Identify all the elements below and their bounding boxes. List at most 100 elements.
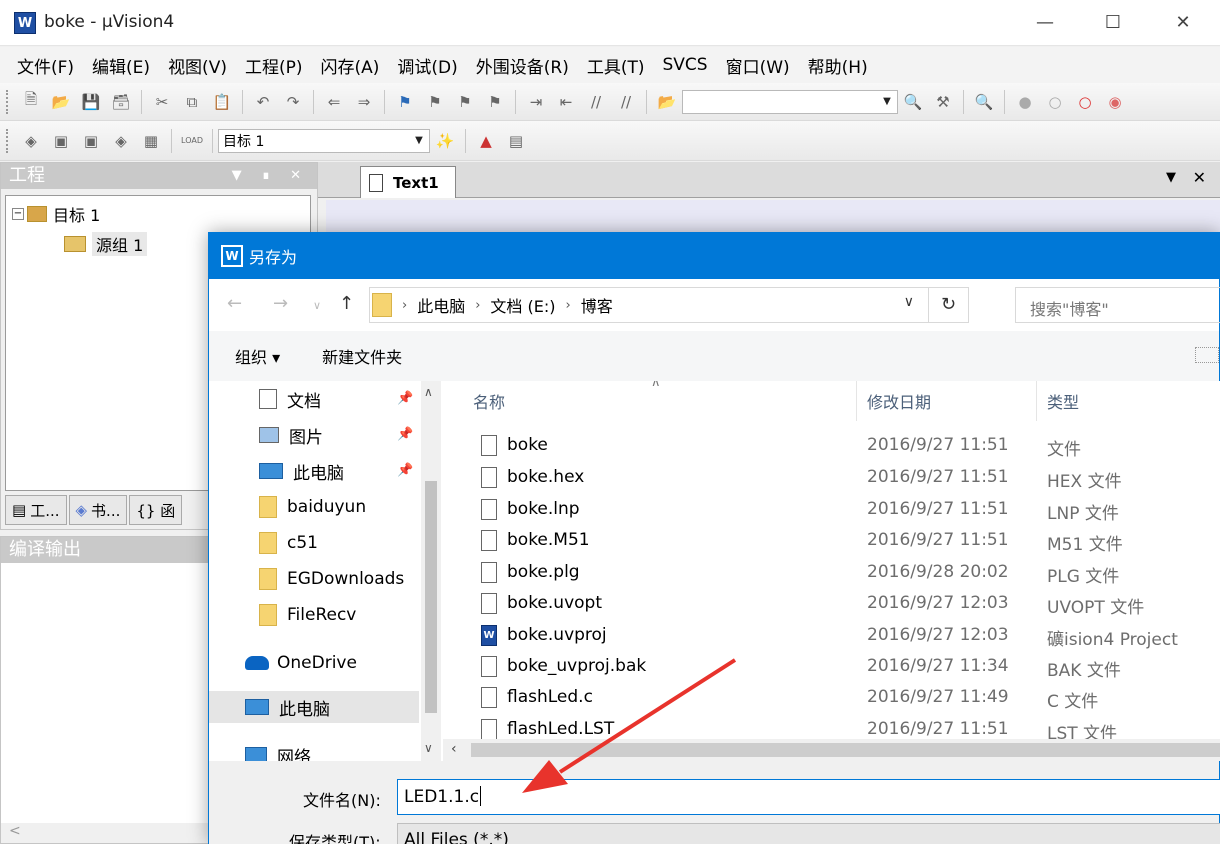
file-row[interactable]: boke.uvopt 2016/9/27 12:03 UVOPT 文件 [443, 587, 1220, 619]
disable-breakpoint-icon[interactable]: ○ [1043, 90, 1067, 114]
file-row[interactable]: boke.M51 2016/9/27 11:51 M51 文件 [443, 524, 1220, 556]
undo-icon[interactable]: ↶ [251, 90, 275, 114]
cut-icon[interactable]: ✂ [150, 90, 174, 114]
search-input[interactable]: 搜索"博客" [1015, 287, 1220, 323]
menu-project[interactable]: 工程(P) [236, 53, 312, 78]
menu-svcs[interactable]: SVCS [654, 55, 717, 75]
organize-button[interactable]: 组织 ▾ [235, 344, 280, 368]
tab-project[interactable]: ▤ 工... [5, 495, 67, 525]
menu-help[interactable]: 帮助(H) [799, 53, 877, 78]
pin-icon[interactable]: 📌 [397, 391, 413, 406]
download-icon[interactable]: LOAD [180, 129, 204, 153]
batch-build-icon[interactable]: ◈ [109, 129, 133, 153]
pin-icon[interactable]: 📌 [397, 427, 413, 442]
target-select[interactable]: 目标 1 ▼ [218, 128, 430, 153]
nav-item-documents[interactable]: 文档 [259, 383, 321, 415]
breakpoint-icon[interactable]: ● [1013, 90, 1037, 114]
breadcrumb-documents[interactable]: 文档 (E:) [490, 293, 555, 317]
tab-list-icon[interactable]: ▼ [1166, 170, 1176, 185]
address-bar[interactable]: › 此电脑 › 文档 (E:) › 博客 ∨ ↻ [369, 287, 969, 323]
nav-item-network[interactable]: 网络 [245, 739, 311, 761]
uncomment-icon[interactable]: // [614, 90, 638, 114]
chevron-down-icon[interactable]: ▼ [879, 94, 895, 110]
select-packs-icon[interactable]: ▤ [504, 129, 528, 153]
file-row[interactable]: boke.lnp 2016/9/27 11:51 LNP 文件 [443, 493, 1220, 525]
indent-icon[interactable]: ⇥ [524, 90, 548, 114]
prev-bookmark-icon[interactable]: ⚑ [423, 90, 447, 114]
forward-icon[interactable]: → [273, 293, 288, 314]
clear-bookmarks-icon[interactable]: ⚑ [483, 90, 507, 114]
configure-icon[interactable]: ◉ [1103, 90, 1127, 114]
toolbar-grip[interactable] [6, 128, 10, 153]
paste-icon[interactable]: 📋 [210, 90, 234, 114]
filetype-select[interactable]: All Files (*.*) [397, 823, 1220, 844]
filename-input[interactable]: LED1.1.c [397, 779, 1220, 815]
build-icon[interactable]: ▣ [49, 129, 73, 153]
comment-icon[interactable]: // [584, 90, 608, 114]
copy-icon[interactable]: ⧉ [180, 90, 204, 114]
back-icon[interactable]: ← [227, 293, 242, 314]
find-in-files-icon[interactable]: 📂 [655, 90, 679, 114]
menu-tools[interactable]: 工具(T) [578, 53, 654, 78]
scroll-up-icon[interactable]: ∧ [424, 385, 433, 399]
new-folder-button[interactable]: 新建文件夹 [322, 344, 402, 368]
save-icon[interactable]: 💾 [79, 90, 103, 114]
nav-item-onedrive[interactable]: OneDrive [245, 647, 357, 679]
debug-settings-icon[interactable]: ⚒ [931, 90, 955, 114]
column-name[interactable]: 名称 [463, 381, 857, 421]
nav-item-c51[interactable]: c51 [259, 527, 318, 559]
scroll-left-icon[interactable]: < [9, 823, 21, 839]
maximize-button[interactable]: ☐ [1090, 6, 1136, 40]
manage-components-icon[interactable]: ▲ [474, 129, 498, 153]
chevron-down-icon[interactable]: ▼ [411, 133, 427, 149]
menu-peripherals[interactable]: 外围设备(R) [467, 53, 578, 78]
file-row[interactable]: boke.plg 2016/9/28 20:02 PLG 文件 [443, 556, 1220, 588]
menu-view[interactable]: 视图(V) [159, 53, 236, 78]
nav-forward-icon[interactable]: ⇒ [352, 90, 376, 114]
tab-functions[interactable]: {} 函 [129, 495, 183, 525]
view-options-icon[interactable] [1195, 347, 1219, 363]
menu-window[interactable]: 窗口(W) [717, 53, 799, 78]
find-icon[interactable]: 🔍 [901, 90, 925, 114]
nav-pane-scrollbar[interactable]: ∧ ∨ [421, 381, 441, 761]
collapse-icon[interactable]: − [12, 208, 24, 220]
refresh-icon[interactable]: ↻ [928, 288, 968, 322]
scroll-down-icon[interactable]: ∨ [424, 741, 433, 755]
nav-item-pictures[interactable]: 图片 [259, 419, 323, 451]
toolbar-grip[interactable] [6, 89, 10, 114]
column-date[interactable]: 修改日期 [857, 381, 1037, 421]
unindent-icon[interactable]: ⇤ [554, 90, 578, 114]
kill-breakpoints-icon[interactable]: ○ [1073, 90, 1097, 114]
recent-locations-icon[interactable]: ∨ [313, 299, 321, 312]
new-file-icon[interactable]: 🗎 [19, 90, 43, 114]
tree-item-target[interactable]: − 目标 1 [12, 202, 100, 226]
chevron-down-icon[interactable]: ∨ [904, 294, 914, 310]
up-icon[interactable]: ↑ [339, 293, 354, 314]
file-list-hscrollbar[interactable]: ‹ [443, 739, 1220, 761]
nav-back-icon[interactable]: ⇐ [322, 90, 346, 114]
open-folder-icon[interactable]: 📂 [49, 90, 73, 114]
nav-item-filerecv[interactable]: FileRecv [259, 599, 356, 631]
menu-file[interactable]: 文件(F) [8, 53, 83, 78]
next-bookmark-icon[interactable]: ⚑ [453, 90, 477, 114]
file-row[interactable]: flashLed.c 2016/9/27 11:49 C 文件 [443, 681, 1220, 713]
file-row[interactable]: boke_uvproj.bak 2016/9/27 11:34 BAK 文件 [443, 650, 1220, 682]
pin-icon[interactable]: 📌 [397, 463, 413, 478]
breadcrumb-blog[interactable]: 博客 [581, 293, 613, 317]
start-debug-icon[interactable]: 🔍 [972, 90, 996, 114]
nav-item-egdownloads[interactable]: EGDownloads [259, 563, 404, 595]
file-row[interactable]: W boke.uvproj 2016/9/27 12:03 礦ision4 Pr… [443, 619, 1220, 651]
scrollbar-thumb[interactable] [471, 743, 1220, 757]
rebuild-icon[interactable]: ▣ [79, 129, 103, 153]
stop-build-icon[interactable]: ▦ [139, 129, 163, 153]
nav-item-baiduyun[interactable]: baiduyun [259, 491, 366, 523]
file-row[interactable]: boke.hex 2016/9/27 11:51 HEX 文件 [443, 461, 1220, 493]
target-options-icon[interactable]: ✨ [433, 129, 457, 153]
scroll-left-icon[interactable]: ‹ [451, 741, 457, 757]
menu-flash[interactable]: 闪存(A) [312, 53, 389, 78]
tree-item-group[interactable]: 源组 1 [64, 232, 148, 256]
menu-edit[interactable]: 编辑(E) [83, 53, 159, 78]
column-type[interactable]: 类型 [1037, 381, 1220, 421]
nav-item-this-pc-quick[interactable]: 此电脑 [259, 455, 344, 487]
scrollbar-thumb[interactable] [425, 481, 437, 713]
